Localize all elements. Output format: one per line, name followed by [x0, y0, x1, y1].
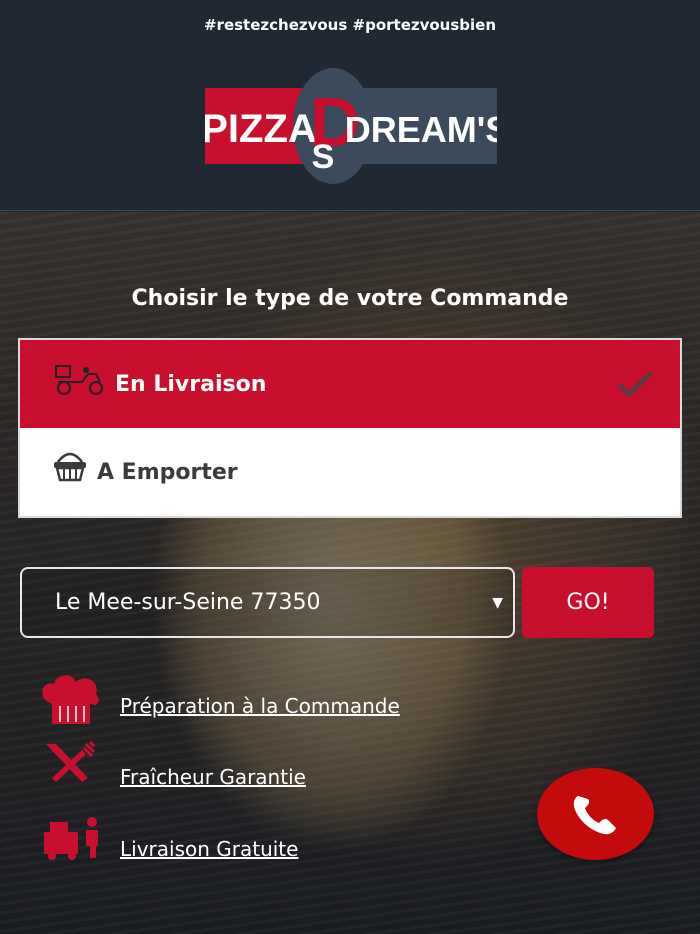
chef-hat-icon [42, 675, 99, 724]
order-type-options: En Livraison A Emporter [18, 338, 682, 518]
checkmark-icon [617, 371, 653, 398]
hero-section: Choisir le type de votre Commande En Liv… [0, 212, 700, 934]
phone-icon [573, 796, 616, 835]
logo-mark-s: S [312, 138, 335, 176]
hashtags-banner: #restezchezvous #portezvousbien [203, 16, 497, 34]
feature-link-preparation[interactable]: Préparation à la Commande [120, 694, 400, 718]
chevron-down-icon: ▼ [492, 595, 503, 611]
option-takeaway-label: A Emporter [97, 459, 238, 485]
order-type-title: Choisir le type de votre Commande [131, 286, 569, 311]
pizza-dreams-logo[interactable]: PIZZA D S DREAM'S [205, 66, 497, 186]
go-button[interactable]: GO! [522, 567, 654, 638]
city-select[interactable]: Le Mee-sur-Seine 77350 ▼ [20, 567, 515, 638]
feature-link-free-delivery[interactable]: Livraison Gratuite [120, 837, 298, 861]
option-delivery[interactable]: En Livraison [20, 340, 680, 428]
city-select-value: Le Mee-sur-Seine 77350 [55, 590, 321, 615]
delivery-man-icon [44, 817, 98, 860]
call-button[interactable] [537, 768, 654, 860]
feature-item: Livraison Gratuite [0, 812, 520, 872]
site-header: #restezchezvous #portezvousbien PIZZA D … [0, 0, 700, 211]
feature-link-freshness[interactable]: Fraîcheur Garantie [120, 765, 306, 789]
option-takeaway[interactable]: A Emporter [20, 428, 680, 516]
feature-item: Fraîcheur Garantie [0, 738, 520, 798]
option-delivery-label: En Livraison [115, 371, 267, 397]
logo-text-pizza: PIZZA [205, 107, 317, 151]
knife-fork-icon [46, 740, 96, 782]
basket-icon [54, 452, 86, 482]
delivery-scooter-icon [55, 365, 103, 395]
feature-item: Préparation à la Commande [0, 674, 520, 734]
logo-text-dreams: DREAM'S [345, 109, 497, 150]
